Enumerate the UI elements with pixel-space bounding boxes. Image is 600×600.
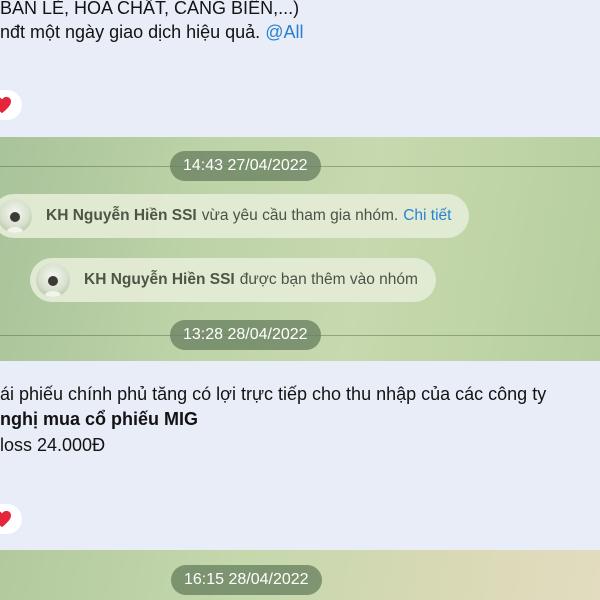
date-pill: 13:28 28/04/2022: [170, 320, 321, 350]
message-bubble-top[interactable]: BÁN LẺ, HÓA CHẤT, CẢNG BIỂN,...) nđt một…: [0, 0, 600, 137]
message-bubble-middle[interactable]: ái phiếu chính phủ tăng có lợi trực tiếp…: [0, 361, 600, 550]
heart-icon: [0, 96, 11, 114]
message-line: ái phiếu chính phủ tăng có lợi trực tiếp…: [0, 384, 547, 404]
message-line: BÁN LẺ, HÓA CHẤT, CẢNG BIỂN,...): [0, 0, 300, 18]
chat-viewport: BÁN LẺ, HÓA CHẤT, CẢNG BIỂN,...) nđt một…: [0, 0, 600, 600]
service-message-added[interactable]: KH Nguyễn Hiền SSI được bạn thêm vào nhó…: [30, 258, 436, 302]
message-text: nđt một ngày giao dịch hiệu quả.: [0, 22, 261, 42]
chat-wallpaper: 16:15 28/04/2022: [0, 550, 600, 600]
date-divider: 16:15 28/04/2022: [0, 565, 600, 595]
date-divider: 14:43 27/04/2022: [0, 151, 600, 181]
mention-link[interactable]: @All: [265, 22, 303, 42]
service-text: vừa yêu cầu tham gia nhóm.: [201, 207, 399, 224]
message-line-bold: nghị mua cổ phiếu MIG: [0, 409, 198, 429]
reaction-badge[interactable]: [0, 90, 22, 120]
reaction-badge[interactable]: [0, 504, 22, 534]
date-pill: 14:43 27/04/2022: [170, 151, 321, 181]
details-link[interactable]: Chi tiết: [403, 207, 451, 225]
person-icon: [6, 212, 24, 233]
service-message-join-request[interactable]: KH Nguyễn Hiền SSI vừa yêu cầu tham gia …: [0, 194, 470, 238]
heart-icon: [0, 510, 11, 528]
message-line: loss 24.000Đ: [0, 435, 106, 455]
user-name[interactable]: KH Nguyễn Hiền SSI: [46, 207, 197, 225]
user-name[interactable]: KH Nguyễn Hiền SSI: [84, 271, 235, 289]
date-divider: 13:28 28/04/2022: [0, 320, 600, 350]
avatar: [36, 263, 70, 297]
date-pill: 16:15 28/04/2022: [171, 565, 322, 595]
chat-wallpaper: 14:43 27/04/2022 KH Nguyễn Hiền SSI vừa …: [0, 137, 600, 361]
message-line: nđt một ngày giao dịch hiệu quả. @All: [0, 22, 303, 43]
person-icon: [44, 276, 62, 297]
avatar: [0, 199, 32, 233]
service-text: được bạn thêm vào nhóm: [239, 271, 418, 288]
